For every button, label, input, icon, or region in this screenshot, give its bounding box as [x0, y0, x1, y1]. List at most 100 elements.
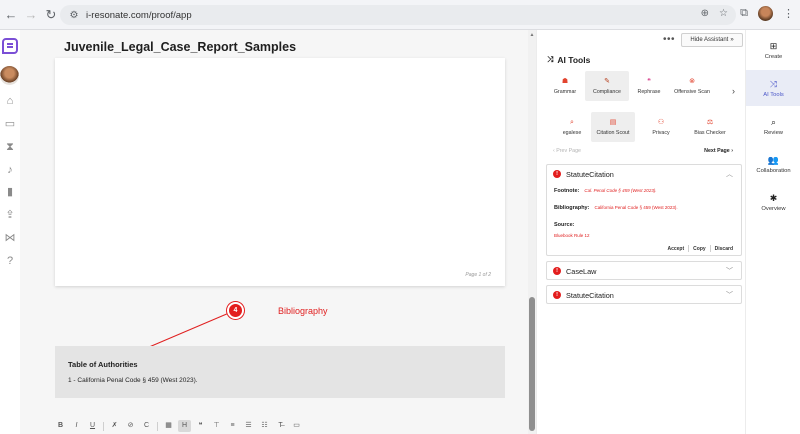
tool-icon: ⚖: [706, 119, 714, 126]
citation-card-expanded[interactable]: ! StatuteCitation ︿ Footnote: Cal. Penal …: [546, 164, 742, 256]
citation-card-statute[interactable]: ! StatuteCitation ﹀: [546, 285, 742, 304]
pager: ‹ Prev Page Next Page ›: [553, 148, 733, 158]
tool-compliance[interactable]: ✎ Compliance: [585, 71, 629, 101]
copy-button[interactable]: Copy: [693, 246, 706, 252]
address-bar[interactable]: ⚙ i-resonate.com/proof/app ⊕ ☆: [60, 5, 736, 25]
extensions-icon[interactable]: ⧉: [740, 7, 748, 20]
nav-overview[interactable]: ✱ Overview: [746, 184, 800, 220]
hide-assistant-button[interactable]: Hide Assistant »: [681, 33, 743, 47]
annotation-marker: 4: [227, 302, 244, 319]
source-field: Source:: [554, 222, 575, 228]
tools-row-1: ☗ Grammar ✎ Compliance ❝ Rephrase ⊗ Offensive S…: [545, 71, 715, 101]
tool-label: Citation Scout: [596, 130, 630, 136]
back-arrow-icon[interactable]: ←: [2, 6, 20, 24]
bibliography-label: Bibliography:: [554, 205, 590, 211]
tool-icon: ✎: [604, 78, 610, 85]
tool-icon: ⚇: [657, 119, 665, 126]
tool-icon: ❝: [647, 78, 651, 85]
bold-button[interactable]: B: [54, 420, 67, 432]
help-icon[interactable]: ?: [3, 254, 17, 268]
zoom-icon[interactable]: ⊕: [701, 8, 709, 19]
editor-toolbar: B I U ✗ ⊘ C ▦ H ❝ ⊤ ≡ ☰ ☷ T̶ ▭: [54, 419, 306, 433]
collaboration-icon: 👥: [767, 154, 780, 165]
more-options-icon[interactable]: •••: [663, 34, 675, 45]
user-avatar[interactable]: [0, 66, 19, 85]
review-icon: ⌕: [770, 116, 777, 127]
footnote-field: Footnote: Cal. Penal Code § 459 (West 202…: [554, 188, 657, 194]
discard-button[interactable]: Discard: [715, 246, 733, 252]
ai-tools-icon: ⤨: [769, 78, 778, 89]
clear-format-button[interactable]: ✗: [108, 420, 121, 432]
double-chevron-right-icon: »: [730, 37, 734, 43]
card-header[interactable]: ! StatuteCitation ︿: [547, 165, 741, 183]
nav-create[interactable]: ⊞ Create: [746, 32, 800, 68]
citation-card-caselaw[interactable]: ! CaseLaw ﹀: [546, 261, 742, 280]
image-button[interactable]: ▭: [290, 420, 303, 432]
table-of-authorities[interactable]: Table of Authorities 1 - California Pena…: [55, 346, 505, 398]
card-header[interactable]: ! CaseLaw ﹀: [547, 262, 741, 280]
card-header[interactable]: ! StatuteCitation ﹀: [547, 286, 741, 304]
id-card-icon[interactable]: ▭: [3, 117, 17, 131]
site-settings-icon[interactable]: ⚙: [66, 10, 82, 21]
document-area: Juvenile_Legal_Case_Report_Samples Page …: [20, 30, 528, 434]
document-scrollbar[interactable]: ▲: [528, 30, 536, 434]
tool-egalese[interactable]: ⌕ egalese: [553, 112, 591, 142]
profile-avatar[interactable]: [758, 6, 773, 21]
annotation-label: Bibliography: [278, 306, 328, 316]
table-button[interactable]: ▦: [162, 420, 175, 432]
quote-button[interactable]: ❝: [194, 420, 207, 432]
tool-bias-checker[interactable]: ⚖ Bias Checker: [687, 112, 733, 142]
scroll-up-icon[interactable]: ▲: [528, 32, 536, 38]
strike-button[interactable]: T̶: [274, 420, 287, 432]
next-page-button[interactable]: Next Page ›: [704, 148, 733, 158]
list-check-button[interactable]: ☷: [258, 420, 271, 432]
network-icon[interactable]: ⋈: [3, 231, 17, 245]
home-icon[interactable]: ⌂: [3, 94, 17, 108]
list-number-button[interactable]: ☰: [242, 420, 255, 432]
app-root: ← → ↻ ⚙ i-resonate.com/proof/app ⊕ ☆ ⧉ ⋮…: [0, 0, 800, 434]
citation-button[interactable]: C: [140, 420, 153, 432]
ai-tools-icon: ⤨: [547, 55, 554, 64]
scroll-thumb[interactable]: [529, 297, 535, 431]
prev-page-button[interactable]: ‹ Prev Page: [553, 148, 581, 158]
card-title: StatuteCitation: [566, 290, 614, 300]
chevron-right-icon[interactable]: ›: [732, 86, 735, 96]
share-icon[interactable]: ⇪: [3, 208, 17, 222]
link-button[interactable]: ⊘: [124, 420, 137, 432]
error-icon: !: [553, 267, 561, 275]
browser-menu-icon[interactable]: ⋮: [783, 7, 794, 20]
accept-button[interactable]: Accept: [667, 246, 684, 252]
forward-arrow-icon[interactable]: →: [22, 6, 40, 24]
tool-offensive-scan[interactable]: ⊗ Offensive Scan: [669, 71, 715, 101]
align-button[interactable]: ⊤: [210, 420, 223, 432]
footnote-value: Cal. Penal Code § 459 (West 2023).: [584, 188, 657, 193]
hourglass-icon[interactable]: ⧗: [3, 140, 17, 154]
toolbar-separator: [103, 421, 104, 431]
app-logo-icon[interactable]: [2, 38, 18, 54]
panel-title-text: AI Tools: [557, 55, 591, 65]
nav-review[interactable]: ⌕ Review: [746, 108, 800, 144]
left-rail: ⌂ ▭ ⧗ ♪ ▮ ⇪ ⋈ ?: [0, 30, 20, 434]
chevron-down-icon[interactable]: ﹀: [726, 290, 733, 300]
underline-button[interactable]: U: [86, 420, 99, 432]
tool-rephrase[interactable]: ❝ Rephrase: [629, 71, 669, 101]
bookmark-star-icon[interactable]: ☆: [719, 8, 728, 19]
tool-label: Privacy: [652, 130, 670, 136]
list-bullet-button[interactable]: ≡: [226, 420, 239, 432]
reload-icon[interactable]: ↻: [42, 6, 60, 24]
source-value: Bluebook Rule 12: [554, 233, 590, 238]
create-icon: ⊞: [769, 40, 778, 51]
tool-privacy[interactable]: ⚇ Privacy: [635, 112, 687, 142]
tool-citation-scout[interactable]: ▤ Citation Scout: [591, 112, 635, 142]
toa-title: Table of Authorities: [68, 360, 138, 369]
tool-grammar[interactable]: ☗ Grammar: [545, 71, 585, 101]
italic-button[interactable]: I: [70, 420, 83, 432]
nav-label: Overview: [761, 205, 786, 212]
chevron-down-icon[interactable]: ﹀: [726, 266, 733, 276]
bookmark-icon[interactable]: ▮: [3, 185, 17, 199]
nav-collaboration[interactable]: 👥 Collaboration: [746, 146, 800, 182]
nav-ai-tools[interactable]: ⤨ AI Tools: [746, 70, 800, 106]
bell-icon[interactable]: ♪: [3, 163, 17, 177]
heading-button[interactable]: H: [178, 420, 191, 432]
chevron-up-icon[interactable]: ︿: [726, 169, 733, 179]
